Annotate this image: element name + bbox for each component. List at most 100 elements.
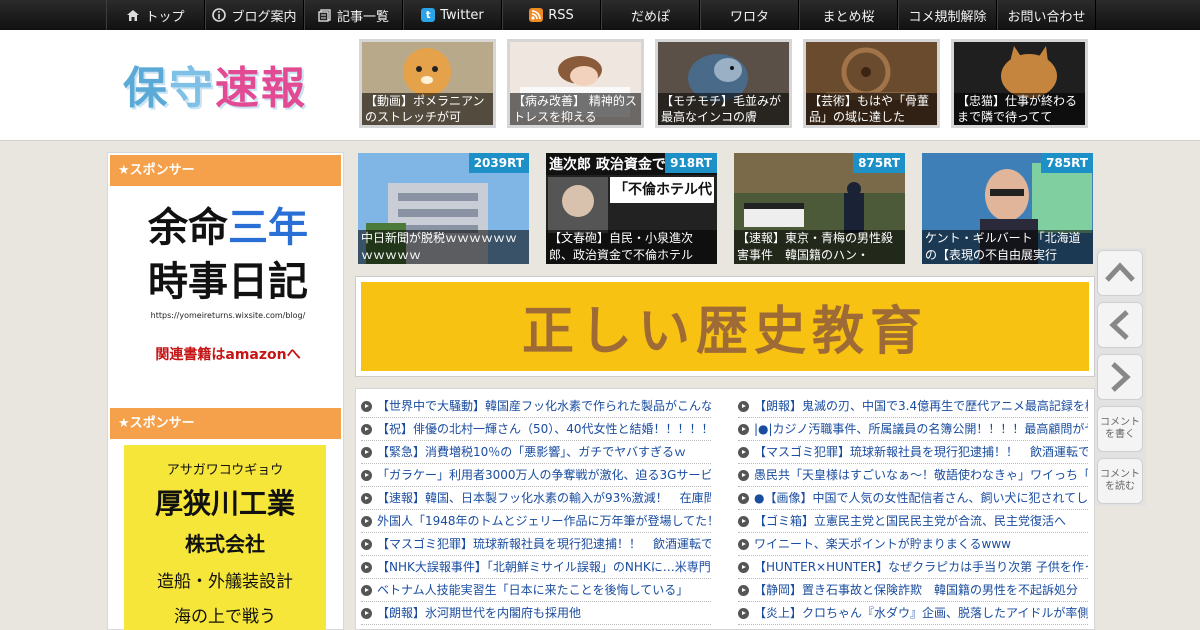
- rt-badge-4: 785RT: [1041, 153, 1093, 173]
- history-education-banner[interactable]: 正しい歴史教育: [355, 276, 1095, 377]
- top-nav-menu: トップ ブログ案内 記事一覧 t Twitter RSS だめぽ ワロタ まとめ…: [106, 0, 1096, 30]
- play-bullet-icon: [361, 607, 372, 619]
- list-item[interactable]: 【祝】俳優の北村一輝さん（50）、40代女性と結婚！！！！！: [361, 418, 711, 441]
- logo-char-4: 報: [261, 63, 307, 114]
- list-item[interactable]: 「ガラケー」利用者3000万人の争奪戦が激化、迫る3Gサービス: [361, 464, 711, 487]
- list-item[interactable]: 【ゴミ箱】立憲民主党と国民民主党が合流、民主党復活へ: [738, 510, 1088, 533]
- nav-matome-sakura[interactable]: まとめ桜: [799, 0, 898, 30]
- nav-contact[interactable]: お問い合わせ: [997, 0, 1096, 30]
- scroll-top-button[interactable]: [1097, 250, 1143, 296]
- header-thumb-5[interactable]: 【忠猫】仕事が終わるまで隣で待ってて: [951, 39, 1088, 128]
- play-bullet-icon: [361, 584, 372, 596]
- nav-comment-unblock[interactable]: コメ規制解除: [898, 0, 997, 30]
- nav-twitter[interactable]: t Twitter: [403, 0, 502, 30]
- ad-yomei-line1a: 余命: [148, 205, 228, 251]
- list-item-title: 【NHK大誤報事件】「北朝鮮ミサイル誤報」のNHKに…米専門: [377, 559, 711, 574]
- list-item-title: ベトナム人技能実習生「日本に来たことを後悔している」: [377, 582, 689, 597]
- list-item-title: 【静岡】置き石事故と保険詐欺 韓国籍の男性を不起訴処分: [754, 582, 1079, 597]
- nav-rss[interactable]: RSS: [502, 0, 601, 30]
- list-item-title: 【世界中で大騒動】韓国産フッ化水素で作られた製品がこんな: [377, 398, 711, 413]
- side-buttons: コメントを書く コメントを読む: [1095, 250, 1146, 510]
- list-item[interactable]: 【朗報】氷河期世代を内閣府も採用他: [361, 602, 711, 625]
- rt-thumb-3[interactable]: 875RT 【速報】東京・青梅の男性殺害事件 韓国籍のハン・: [734, 153, 905, 264]
- next-article-button[interactable]: [1097, 354, 1143, 400]
- ad-asagawa-kana: アサガワコウギョウ: [166, 463, 284, 478]
- site-logo[interactable]: 保守速報: [123, 52, 307, 116]
- list-item[interactable]: |●|カジノ汚職事件、所属議員の名簿公開！！！！最高顧問がヤ: [738, 418, 1088, 441]
- list-item-title: 【ゴミ箱】立憲民主党と国民民主党が合流、民主党復活へ: [754, 513, 1067, 528]
- list-item-title: 【炎上】クロちゃん『水ダウ』企画、脱落したアイドルが率側: [754, 605, 1088, 620]
- list-item-title: 【緊急】消費増税10％の「悪影響」、ガチでヤバすぎるｗ: [377, 444, 687, 459]
- nav-damepo[interactable]: だめぽ: [601, 0, 700, 30]
- play-bullet-icon: [361, 469, 372, 481]
- list-item[interactable]: 【緊急】消費増税10％の「悪影響」、ガチでヤバすぎるｗ: [361, 441, 711, 464]
- nav-blog-guide[interactable]: ブログ案内: [205, 0, 304, 30]
- list-item[interactable]: 【HUNTER×HUNTER】なぜクラピカは手当り次第 子供を作っ: [738, 556, 1088, 579]
- nav-top[interactable]: トップ: [106, 0, 205, 30]
- ad-yomei-amazon-link[interactable]: 関連書籍はamazonへ: [128, 344, 328, 364]
- header-thumb-3[interactable]: 【モチモチ】毛並みが最高なインコの膚: [655, 39, 792, 128]
- article-list-right: 【朗報】鬼滅の刃、中国で3.4億再生で歴代アニメ最高記録を樹 |●|カジノ汚職事件…: [738, 395, 1088, 625]
- top-nav: トップ ブログ案内 記事一覧 t Twitter RSS だめぽ ワロタ まとめ…: [0, 0, 1200, 30]
- sponsor-ad-asagawa[interactable]: アサガワコウギョウ 厚狭川工業 株式会社 造船・外艤装設計 海の上で戦う: [124, 445, 326, 630]
- nav-matome-sakura-label: まとめ桜: [822, 9, 875, 25]
- nav-warota[interactable]: ワロタ: [700, 0, 799, 30]
- rt-thumb-2[interactable]: 進次郎 政治資金で 「不倫ホテル代 918RT 【文春砲】自民・小泉進次郎、政治…: [546, 153, 717, 264]
- list-item[interactable]: ベトナム人技能実習生「日本に来たことを後悔している」: [361, 579, 711, 602]
- play-bullet-icon: [738, 584, 749, 596]
- header-thumb-3-caption: 【モチモチ】毛並みが最高なインコの膚: [658, 93, 789, 125]
- list-item[interactable]: ワイニート、楽天ポイントが貯まりまくるwww: [738, 533, 1088, 556]
- play-bullet-icon: [738, 446, 749, 458]
- list-item-title: 愚民共「天皇様はすごいなぁ～！敬語使わなきゃ」ワイっち「: [754, 467, 1088, 482]
- list-item[interactable]: 【朗報】鬼滅の刃、中国で3.4億再生で歴代アニメ最高記録を樹: [738, 395, 1088, 418]
- play-bullet-icon: [738, 538, 749, 550]
- rt-thumb-1[interactable]: 2039RT 中日新聞が脱税ｗｗｗｗｗｗｗｗｗｗｗ: [358, 153, 529, 264]
- rt-thumb-2-headline: 進次郎 政治資金で: [549, 157, 666, 173]
- rt-thumb-4[interactable]: 785RT ケント・ギルバート「北海道の【表現の不自由展実行: [922, 153, 1093, 264]
- nav-top-label: トップ: [145, 9, 185, 25]
- banner-inner: 正しい歴史教育: [361, 282, 1089, 371]
- play-bullet-icon: [361, 561, 372, 573]
- chevron-left-icon: [1109, 310, 1129, 340]
- list-item[interactable]: 外国人「1948年のトムとジェリー作品に万年筆が登場してた！: [361, 510, 711, 533]
- list-item[interactable]: 愚民共「天皇様はすごいなぁ～！敬語使わなきゃ」ワイっち「: [738, 464, 1088, 487]
- list-item[interactable]: 【NHK大誤報事件】「北朝鮮ミサイル誤報」のNHKに…米専門: [361, 556, 711, 579]
- list-item[interactable]: 【マスゴミ犯罪】琉球新報社員を現行犯逮捕！！ 飲酒運転で: [361, 533, 711, 556]
- play-bullet-icon: [361, 423, 372, 435]
- header-thumb-4-caption: 【芸術】もはや「骨董品」の域に達した: [806, 93, 937, 125]
- list-item-title: 【朗報】鬼滅の刃、中国で3.4億再生で歴代アニメ最高記録を樹: [754, 398, 1088, 413]
- ad-asagawa-name: 厚狭川工業: [154, 487, 295, 520]
- write-comment-button[interactable]: コメントを書く: [1097, 406, 1143, 452]
- rt-caption-2: 【文春砲】自民・小泉進次郎、政治資金で不倫ホテル: [546, 230, 717, 264]
- list-item[interactable]: 【炎上】クロちゃん『水ダウ』企画、脱落したアイドルが率側: [738, 602, 1088, 625]
- header-thumb-4[interactable]: 【芸術】もはや「骨董品」の域に達した: [803, 39, 940, 128]
- chevron-up-icon: [1105, 262, 1135, 282]
- play-bullet-icon: [361, 515, 372, 527]
- nav-blog-guide-label: ブログ案内: [231, 9, 297, 25]
- play-bullet-icon: [738, 423, 749, 435]
- sponsor-heading-1: ★スポンサー: [110, 155, 341, 186]
- list-item-title: 外国人「1948年のトムとジェリー作品に万年筆が登場してた！: [377, 513, 711, 528]
- nav-article-list[interactable]: 記事一覧: [304, 0, 403, 30]
- header-thumb-2[interactable]: 【病み改善】 精神的ストレスを抑える: [507, 39, 644, 128]
- ad-yomei-line1b: 三年: [228, 205, 308, 251]
- ad-yomei-line2: 時事日記: [148, 259, 308, 305]
- list-item[interactable]: 【マスゴミ犯罪】琉球新報社員を現行犯逮捕！！ 飲酒運転で: [738, 441, 1088, 464]
- ad-yomei-url: https://yomeireturns.wixsite.com/blog/: [150, 311, 306, 320]
- sponsor-ad-yomei[interactable]: 余命三年 時事日記 https://yomeireturns.wixsite.c…: [128, 201, 328, 364]
- article-list: 【世界中で大騒動】韓国産フッ化水素で作られた製品がこんな【祝】俳優の北村一輝さん…: [355, 388, 1095, 630]
- read-comments-button[interactable]: コメントを読む: [1097, 458, 1143, 504]
- nav-damepo-label: だめぽ: [630, 9, 670, 25]
- list-item[interactable]: 【静岡】置き石事故と保険詐欺 韓国籍の男性を不起訴処分: [738, 579, 1088, 602]
- list-item[interactable]: 【速報】韓国、日本製フッ化水素の輸入が93%激減！ 在庫問: [361, 487, 711, 510]
- list-item[interactable]: 【世界中で大騒動】韓国産フッ化水素で作られた製品がこんな: [361, 395, 711, 418]
- list-item[interactable]: ●【画像】中国で人気の女性配信者さん、飼い犬に犯されてし: [738, 487, 1088, 510]
- list-item-title: 「ガラケー」利用者3000万人の争奪戦が激化、迫る3Gサービス: [377, 467, 711, 482]
- prev-article-button[interactable]: [1097, 302, 1143, 348]
- ad-yomei-line1: 余命三年: [128, 201, 328, 255]
- list-item-title: 【速報】韓国、日本製フッ化水素の輸入が93%激減！ 在庫問: [377, 490, 711, 505]
- header-thumb-1[interactable]: 【動画】ポメラニアンのストレッチが可: [359, 39, 496, 128]
- logo-char-3: 速: [215, 63, 261, 114]
- twitter-icon: t: [421, 8, 436, 22]
- ad-asagawa-business: 造船・外艤装設計: [157, 572, 293, 592]
